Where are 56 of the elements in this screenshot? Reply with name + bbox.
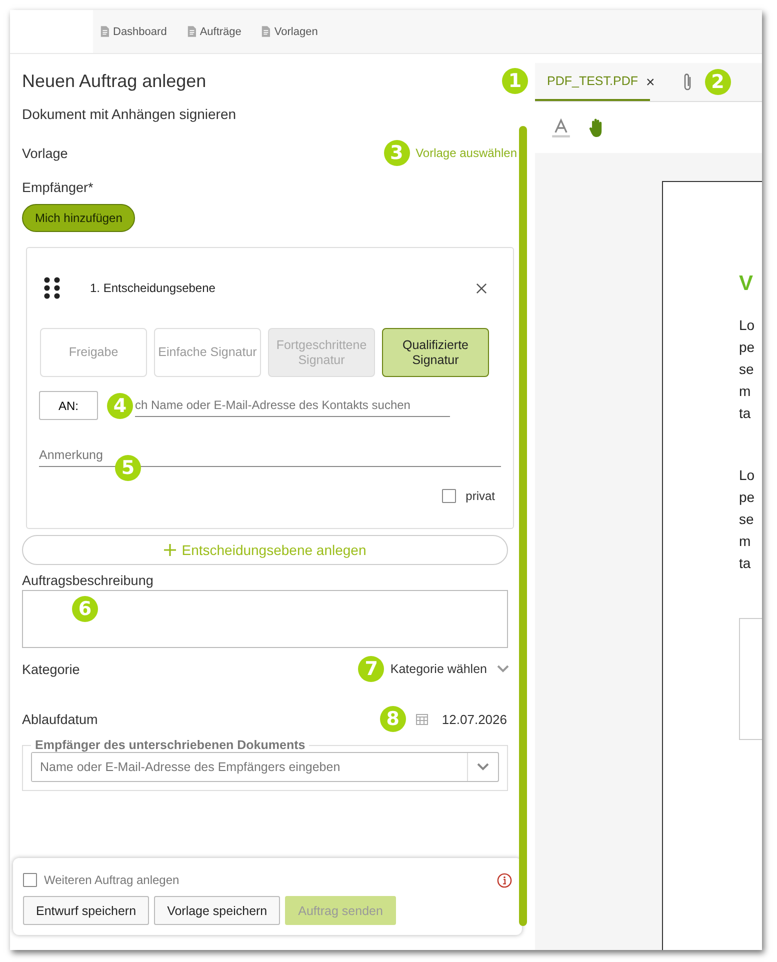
category-label: Kategorie [22,662,80,676]
scrollbar-thumb[interactable] [519,126,527,926]
form-subtitle: Dokument mit Anhängen signieren [22,106,238,122]
to-button[interactable]: AN: [39,391,98,420]
chevron-down-icon[interactable] [477,763,489,771]
template-label: Vorlage [22,146,68,160]
page-text: ta [739,404,752,423]
chevron-down-icon [497,665,509,673]
page-text: pe [739,488,756,507]
paperclip-icon[interactable] [682,72,693,92]
drag-handle-icon[interactable] [44,277,60,299]
recipient-combobox[interactable]: Name oder E-Mail-Adresse des Empfängers eingeben [31,752,499,782]
nav-link[interactable]: Aufträge [186,26,242,38]
callout-badge: 4 [107,392,133,418]
page-text: se [739,360,755,379]
callout-badge: 5 [115,455,141,481]
page-text: m [739,532,752,551]
callout-badge: 3 [384,140,410,166]
footer-button[interactable]: Vorlage speichern [154,896,280,925]
page-text: se [739,510,755,529]
add-me-button[interactable]: Mich hinzufügen [22,204,136,232]
callout-badge: 8 [380,706,406,732]
page-text: Lo [739,316,756,335]
page-text: pe [739,338,756,357]
category-dropdown[interactable]: Kategorie wählen [390,662,509,676]
another-order-label: Weiteren Auftrag anlegen [44,873,180,887]
recipient-group-legend: Empfänger des unterschriebenen Dokuments [31,738,310,752]
callout-badge: 7 [358,656,384,682]
expiry-date[interactable]: 12.07.2026 [442,712,507,726]
document-icon [261,26,270,37]
description-label: Auftragsbeschreibung [22,573,154,588]
private-label: privat [466,489,495,503]
close-icon[interactable] [476,282,487,294]
nav-link[interactable]: Vorlagen [261,26,318,38]
callout-badge: 2 [704,69,731,95]
expiry-label: Ablaufdatum [22,712,98,726]
callout-badge: 6 [72,596,98,622]
document-icon [186,26,196,37]
level-title: 1. Entscheidungsebene [90,281,216,295]
text-tool-icon[interactable] [551,118,571,138]
another-order-checkbox[interactable] [23,873,37,887]
info-icon[interactable] [497,872,512,888]
signature-type-option[interactable]: Qualifizierte Signatur [382,328,489,377]
callout-badge: 1 [502,68,528,94]
form-title: Neuen Auftrag anlegen [22,71,206,92]
page-heading: V [739,272,754,296]
page-text: Lo [739,466,756,485]
private-checkbox[interactable] [442,489,456,503]
footer-button[interactable]: Entwurf speichern [23,896,150,925]
nav-link[interactable]: Dashboard [100,26,167,38]
document-icon [100,26,109,37]
page-text: ta [739,554,752,573]
recipients-label: Empfänger* [22,180,94,195]
calendar-icon[interactable] [416,713,428,725]
plus-icon [164,544,176,556]
page-text: m [739,382,752,401]
